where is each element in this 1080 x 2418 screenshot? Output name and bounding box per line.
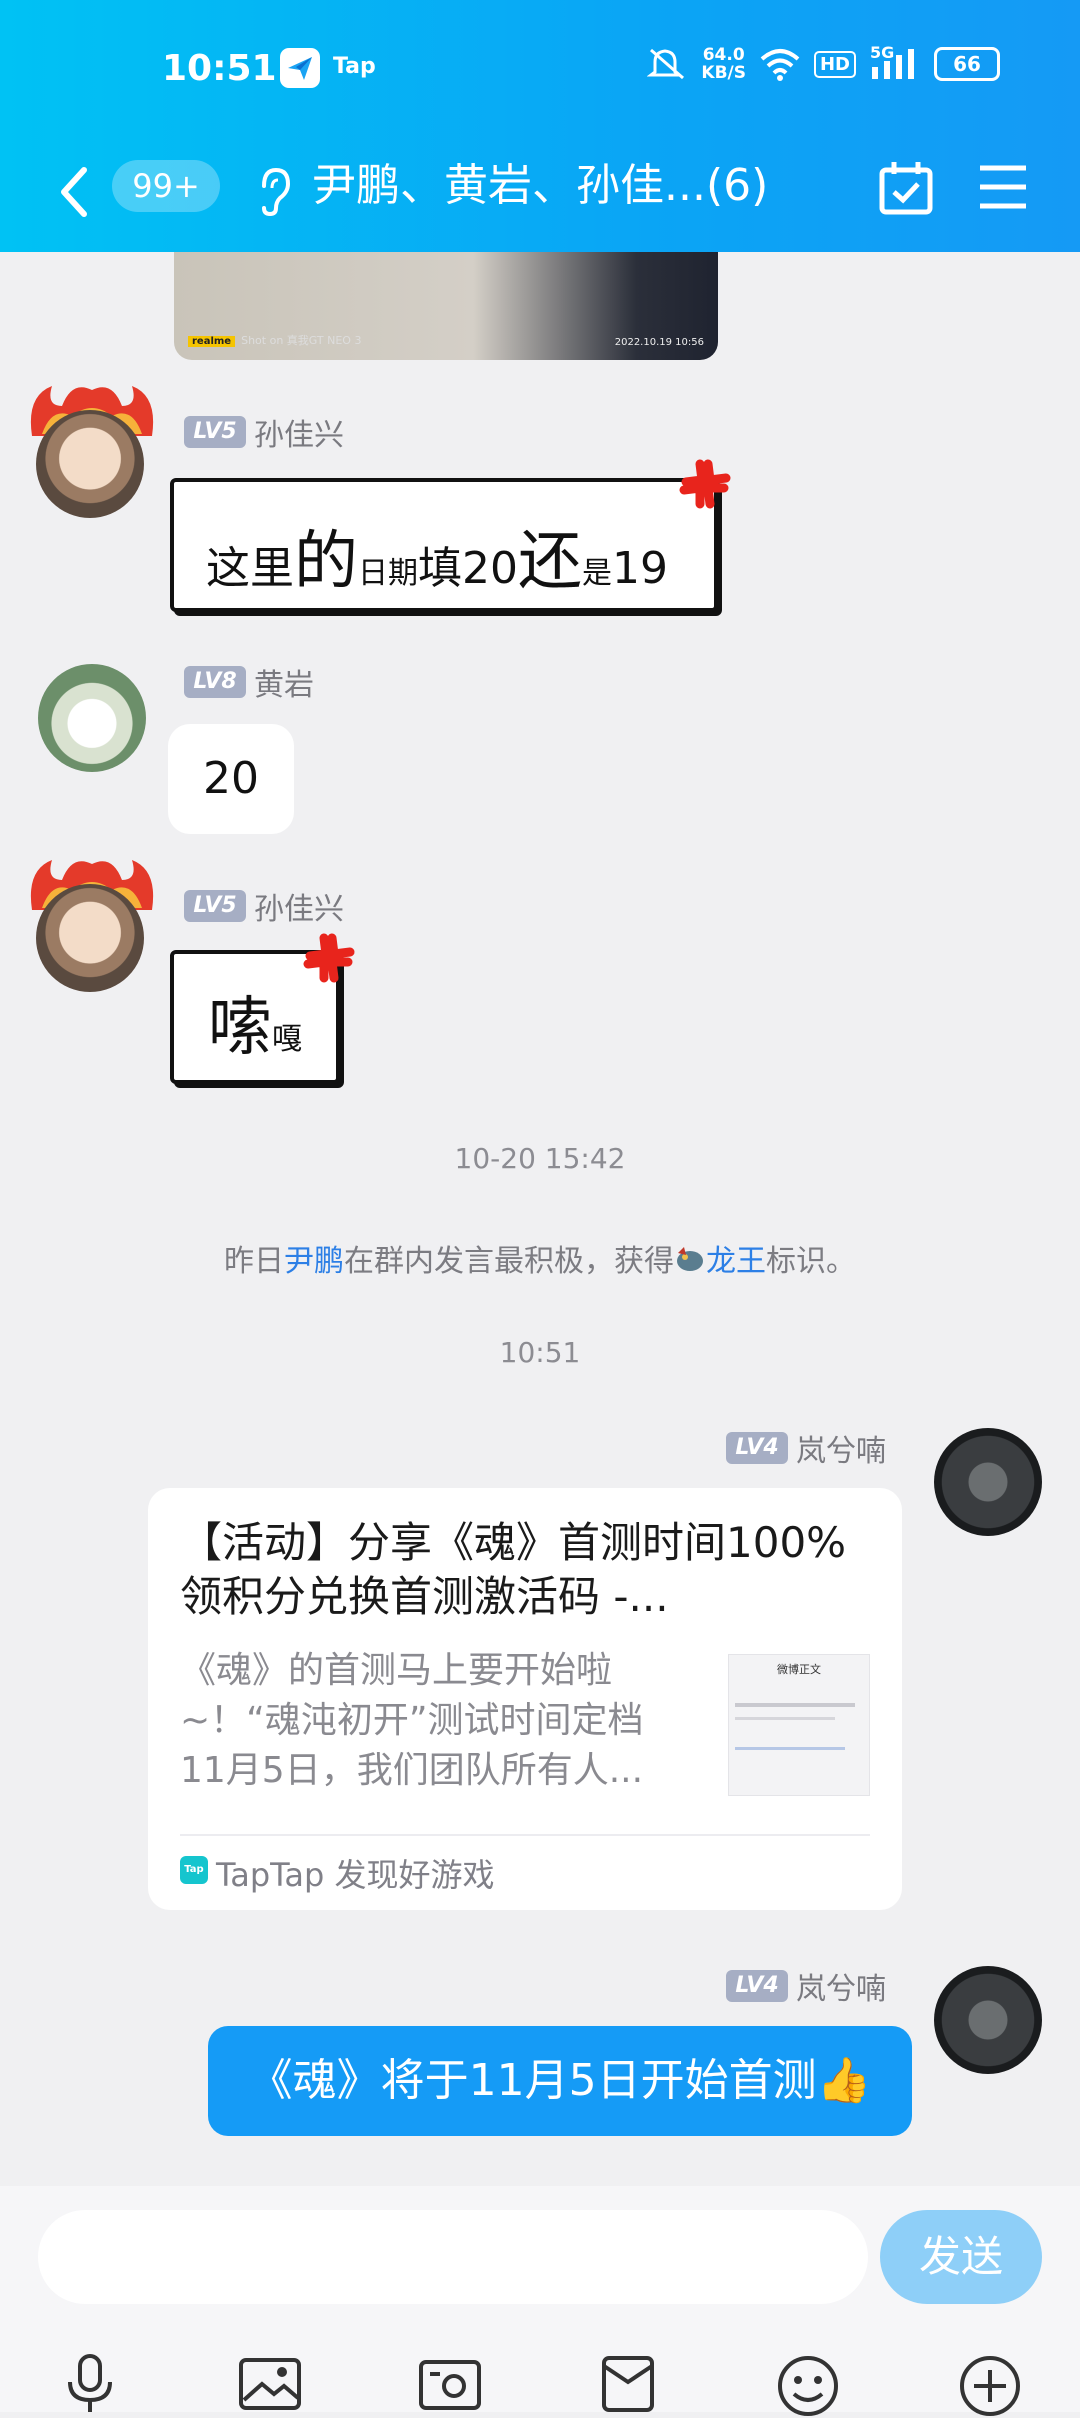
message-text-part: 是 xyxy=(582,556,612,591)
system-message: 昨日尹鹏在群内发言最积极，获得 龙王标识。 xyxy=(0,1236,1080,1280)
shared-link-card[interactable]: 【活动】分享《魂》首测时间100%领积分兑换首测激活码 -... 《魂》的首测马… xyxy=(148,1488,902,1910)
sender-name: 岚兮喃 xyxy=(796,1434,886,1469)
toolbar xyxy=(0,2354,1080,2416)
system-text: 在群内发言最积极，获得 xyxy=(344,1244,674,1279)
level-badge: LV5 xyxy=(184,890,246,922)
image-icon[interactable] xyxy=(238,2354,302,2414)
message-text-part: 还 xyxy=(518,525,582,599)
sender-name: 黄岩 xyxy=(254,668,314,703)
message-text-part: 日期 xyxy=(358,556,418,591)
plus-icon[interactable] xyxy=(958,2354,1022,2418)
red-packet-icon[interactable] xyxy=(600,2354,656,2414)
timestamp-divider: 10-20 15:42 xyxy=(454,1142,626,1175)
message-text-part: 这里 xyxy=(206,543,294,594)
send-button[interactable]: 发送 xyxy=(880,2210,1042,2304)
net-speed: 64.0 KB/S xyxy=(701,46,746,82)
message-input[interactable] xyxy=(38,2210,868,2304)
unread-count-badge[interactable]: 99+ xyxy=(112,160,220,212)
message-text-part: 嗦 xyxy=(208,991,272,1065)
mute-icon xyxy=(647,48,685,80)
card-thumbnail: 微博正文 xyxy=(728,1654,870,1796)
message-bubble[interactable]: 这里的日期填20还是19 xyxy=(170,478,718,612)
back-arrow-icon[interactable] xyxy=(56,164,92,220)
status-bar: 10:51 Tap 64.0 KB/S HD 5G 66 xyxy=(0,0,1080,140)
thumbnail-lines xyxy=(735,1703,855,1707)
menu-icon[interactable] xyxy=(976,162,1030,212)
wifi-icon xyxy=(760,49,800,81)
level-badge: LV8 xyxy=(184,666,246,698)
thumbnail-title: 微博正文 xyxy=(777,1663,821,1676)
message-text: 嗦嘎 xyxy=(208,976,302,1068)
anger-mark-icon xyxy=(303,933,355,983)
system-text: 标识。 xyxy=(766,1244,856,1279)
tap-app-icon xyxy=(280,48,320,88)
message-text: 20 xyxy=(203,753,259,804)
anger-mark-icon xyxy=(679,459,731,509)
camera-text: Shot on 真我GT NEO 3 xyxy=(241,334,362,347)
card-separator xyxy=(180,1834,870,1836)
message-text: 这里的日期填20还是19 xyxy=(206,510,668,602)
header: 10:51 Tap 64.0 KB/S HD 5G 66 99+ 尹鹏、黄岩、孙佳… xyxy=(0,0,1080,252)
hd-badge: HD xyxy=(813,50,856,78)
photo-message[interactable]: realme Shot on 真我GT NEO 3 2022.10.19 10:5… xyxy=(174,252,718,360)
thumbnail-lines xyxy=(735,1747,845,1750)
tap-app-label: Tap xyxy=(333,54,376,79)
input-bar: 发送 xyxy=(0,2186,1080,2416)
emoji-icon[interactable] xyxy=(776,2354,840,2418)
system-user-link[interactable]: 尹鹏 xyxy=(284,1244,344,1279)
clock: 10:51 xyxy=(162,48,277,89)
message-text-part: 的 xyxy=(294,525,358,599)
sender-name: 岚兮喃 xyxy=(796,1972,886,2007)
card-description: 《魂》的首测马上要开始啦~！“魂沌初开”测试时间定档11月5日，我们团队所有人.… xyxy=(180,1650,644,1791)
message-bubble[interactable]: 《魂》将于11月5日开始首测👍 xyxy=(208,2026,912,2136)
dragon-icon xyxy=(677,1247,703,1271)
message-text-part: 填20 xyxy=(418,543,518,594)
camera-watermark: realme Shot on 真我GT NEO 3 xyxy=(188,332,361,348)
message-text-part: 嘎 xyxy=(272,1022,302,1057)
net-speed-unit: KB/S xyxy=(701,63,746,83)
net-speed-value: 64.0 xyxy=(702,45,745,65)
message-bubble[interactable]: 20 xyxy=(168,724,294,834)
signal-icon: 5G xyxy=(870,43,920,81)
camera-icon[interactable] xyxy=(418,2354,482,2414)
message-text-part: 19 xyxy=(612,543,668,594)
timestamp-divider: 10:51 xyxy=(499,1336,581,1369)
avatar[interactable] xyxy=(36,410,144,518)
status-icons: 64.0 KB/S HD 5G 66 xyxy=(647,43,1000,82)
sender-name: 孙佳兴 xyxy=(254,418,344,453)
nav-bar: 99+ 尹鹏、黄岩、孙佳...(6) xyxy=(0,140,1080,252)
group-title[interactable]: 尹鹏、黄岩、孙佳...(6) xyxy=(312,156,768,216)
system-text: 昨日 xyxy=(224,1244,284,1279)
taptap-icon: Tap xyxy=(180,1856,208,1884)
card-title: 【活动】分享《魂》首测时间100%领积分兑换首测激活码 -... xyxy=(180,1518,847,1621)
avatar[interactable] xyxy=(36,884,144,992)
battery-indicator: 66 xyxy=(934,47,1000,81)
camera-brand: realme xyxy=(188,336,236,347)
photo-timestamp: 2022.10.19 10:56 xyxy=(614,337,704,348)
card-source: TapTap 发现好游戏 xyxy=(216,1856,495,1894)
avatar[interactable] xyxy=(934,1966,1042,2074)
microphone-icon[interactable] xyxy=(62,2354,118,2414)
earpiece-icon[interactable] xyxy=(256,166,292,218)
level-badge: LV4 xyxy=(726,1970,788,2002)
level-badge: LV4 xyxy=(726,1432,788,1464)
thumbnail-lines xyxy=(735,1717,835,1720)
avatar[interactable] xyxy=(38,664,146,772)
avatar[interactable] xyxy=(934,1428,1042,1536)
level-badge: LV5 xyxy=(184,416,246,448)
sender-name: 孙佳兴 xyxy=(254,892,344,927)
calendar-check-icon[interactable] xyxy=(876,158,936,218)
dragon-king-link[interactable]: 龙王 xyxy=(706,1244,766,1279)
